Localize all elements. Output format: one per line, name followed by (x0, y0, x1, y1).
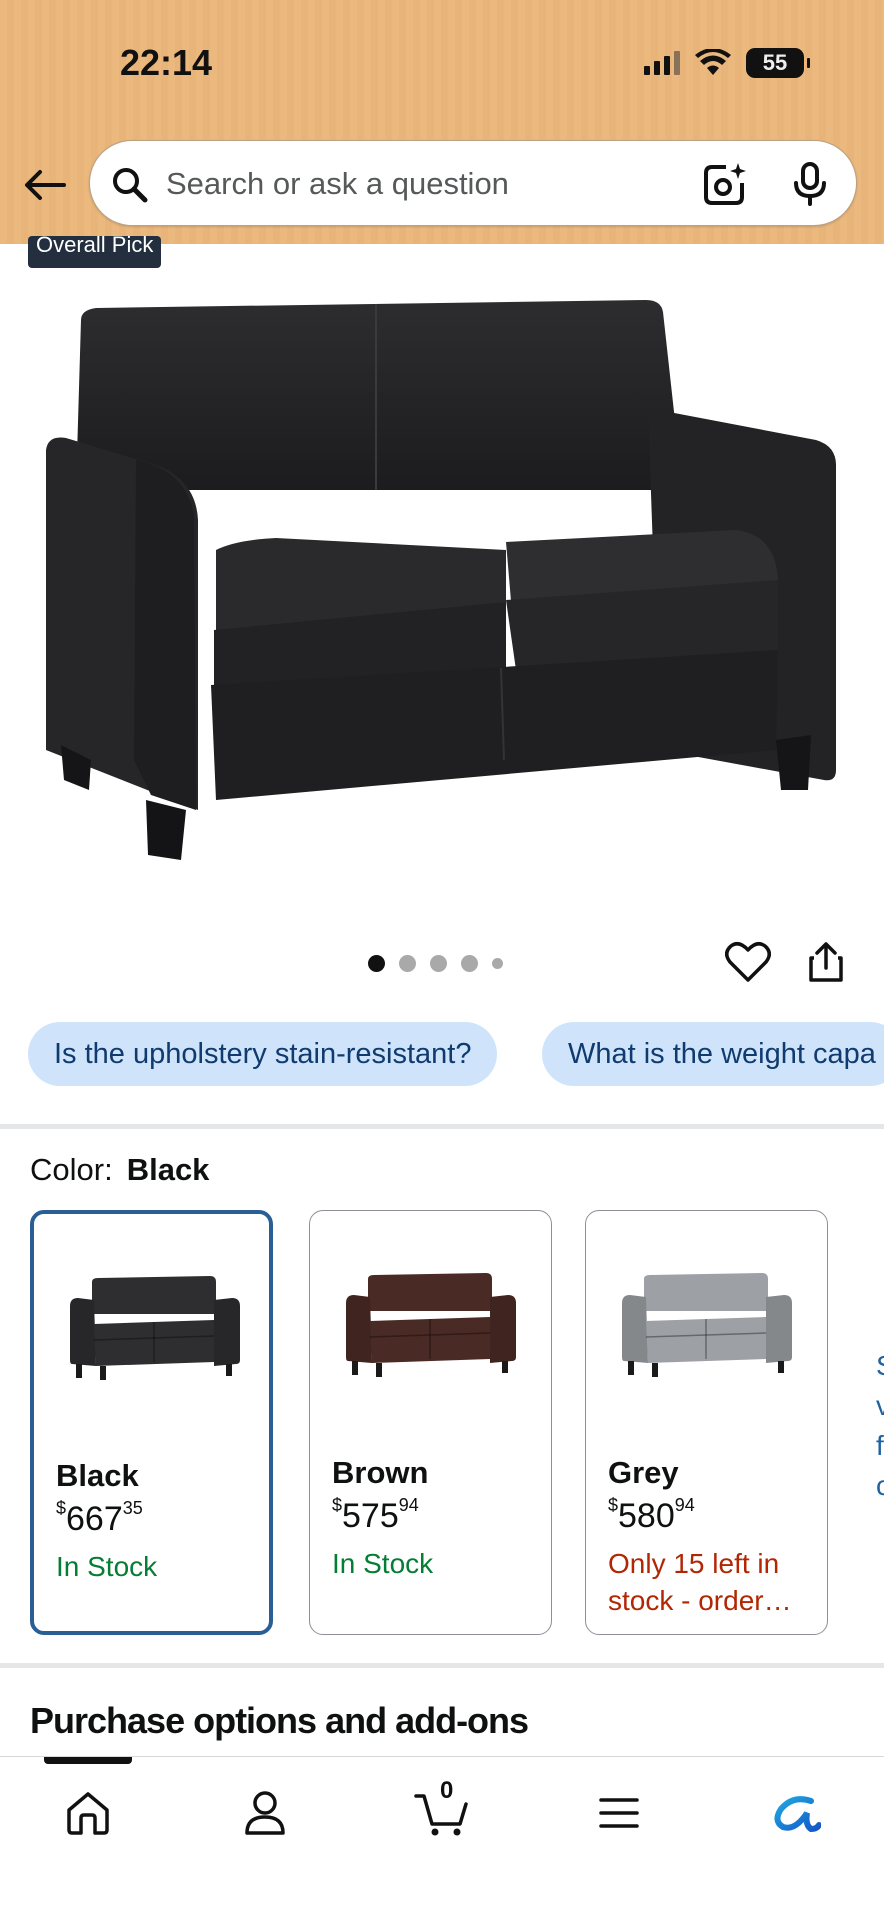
price-fraction: 94 (398, 1494, 419, 1515)
section-divider (0, 1124, 884, 1129)
variant-thumbnail (346, 1273, 516, 1377)
share-button[interactable] (806, 940, 846, 989)
variant-name: Black (56, 1458, 139, 1493)
camera-search-icon[interactable] (702, 161, 748, 207)
sofa-thumbnail-shape (70, 1276, 240, 1380)
nav-cart[interactable]: 0 (412, 1777, 472, 1843)
stock-status: In Stock (56, 1551, 158, 1582)
more-link-fragment: f (876, 1430, 884, 1461)
wifi-icon (695, 49, 731, 75)
microphone-icon[interactable] (790, 161, 830, 207)
bottom-navigation: 0 (0, 1756, 884, 1920)
question-chip[interactable]: Is the upholstery stain-resistant? (28, 1022, 498, 1086)
status-icons: 55 (644, 48, 810, 78)
badge-label: Overall Pick (36, 236, 154, 257)
gallery-dot[interactable] (399, 955, 416, 972)
gallery-dot[interactable] (461, 955, 478, 972)
variant-grey[interactable]: Grey $58094 Only 15 left in stock - orde… (585, 1210, 828, 1635)
variant-price: $66735 (56, 1497, 143, 1539)
back-button[interactable] (20, 160, 70, 210)
more-link-fragment: v (876, 1390, 884, 1421)
sofa-thumbnail-shape (346, 1273, 516, 1377)
nav-rufus[interactable] (766, 1783, 826, 1843)
color-label-text: Color: (30, 1152, 113, 1187)
cellular-signal-icon (644, 51, 680, 75)
more-link-fragment: S (876, 1346, 884, 1386)
price-whole: 575 (342, 1497, 399, 1535)
share-icon (809, 942, 843, 982)
battery-level: 55 (762, 50, 788, 75)
sofa-thumbnail-shape (622, 1273, 792, 1377)
search-icon (113, 168, 148, 203)
variant-black[interactable]: Black $66735 In Stock (30, 1210, 273, 1635)
stock-status: Only 15 left in stock - order… (608, 1548, 792, 1616)
nav-account[interactable] (235, 1783, 295, 1843)
price-currency: $ (608, 1494, 619, 1515)
variant-name: Brown (332, 1455, 429, 1490)
nav-home[interactable] (58, 1783, 118, 1843)
price-fraction: 94 (674, 1494, 695, 1515)
variant-thumbnail (70, 1276, 240, 1380)
menu-icon (599, 1798, 639, 1828)
active-tab-indicator (44, 1757, 132, 1764)
question-chip[interactable]: What is the weight capa (542, 1022, 884, 1086)
color-label: Color: Black (30, 1152, 209, 1188)
battery-icon: 55 (746, 48, 810, 78)
heart-icon (725, 942, 771, 982)
stock-status: In Stock (332, 1548, 434, 1579)
purchase-options-title: Purchase options and add-ons (30, 1700, 529, 1741)
variant-price: $58094 (608, 1494, 695, 1536)
nav-menu[interactable] (589, 1783, 649, 1843)
gallery-pagination[interactable] (368, 955, 503, 972)
price-whole: 667 (66, 1500, 123, 1538)
status-time: 22:14 (120, 42, 213, 83)
gallery-dot-active[interactable] (368, 955, 385, 972)
overall-pick-badge: Overall Pick (28, 236, 162, 268)
more-link-fragment: c (876, 1470, 884, 1501)
cart-count: 0 (440, 1777, 454, 1804)
search-bar[interactable] (89, 140, 857, 226)
rufus-icon (774, 1796, 821, 1833)
add-to-wishlist-button[interactable] (725, 940, 771, 989)
more-variants-link[interactable]: S v f c (876, 1346, 884, 1506)
gallery-dot[interactable] (492, 958, 503, 969)
variant-price: $57594 (332, 1494, 419, 1536)
variant-brown[interactable]: Brown $57594 In Stock (309, 1210, 552, 1635)
suggested-questions: Is the upholstery stain-resistant? What … (28, 1022, 884, 1088)
price-currency: $ (56, 1497, 67, 1518)
price-fraction: 35 (122, 1497, 143, 1518)
product-image[interactable] (36, 290, 852, 890)
price-whole: 580 (618, 1497, 675, 1535)
section-divider (0, 1663, 884, 1668)
back-arrow-icon (25, 170, 66, 200)
variant-name: Grey (608, 1455, 679, 1490)
price-currency: $ (332, 1494, 343, 1515)
search-input[interactable] (166, 157, 686, 211)
home-icon (67, 1792, 109, 1835)
app-header: 22:14 55 (0, 0, 884, 244)
account-icon (245, 1791, 285, 1835)
gallery-dot[interactable] (430, 955, 447, 972)
selected-color: Black (126, 1152, 210, 1187)
variant-thumbnail (622, 1273, 792, 1377)
